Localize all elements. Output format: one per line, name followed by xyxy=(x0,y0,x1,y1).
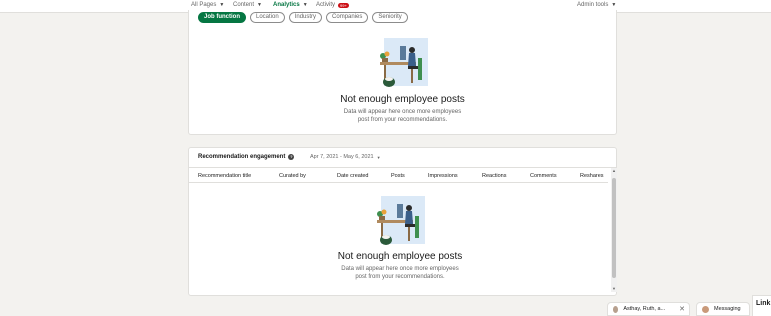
employee-at-desk-illustration xyxy=(380,38,428,87)
empty-state-body-line: post from your recommendations. xyxy=(355,274,445,280)
empty-state-title: Not enough employee posts xyxy=(337,251,463,262)
help-icon[interactable]: ? xyxy=(288,154,295,160)
pill-companies[interactable]: Companies xyxy=(326,12,369,23)
column-header-curated-by[interactable]: Curated by xyxy=(279,173,306,179)
section-title: Recommendation engagement xyxy=(198,154,286,160)
caret-down-icon: ▼ xyxy=(219,2,225,8)
caret-down-icon: ▼ xyxy=(257,2,262,8)
empty-state: Not enough employee posts Data will appe… xyxy=(189,251,611,281)
nav-content-label: Content xyxy=(233,2,255,8)
divider xyxy=(189,182,608,183)
date-range-dropdown[interactable]: Apr 7, 2021 - May 6, 2021 ▼ xyxy=(310,154,381,160)
avatar xyxy=(701,304,710,314)
pill-industry[interactable]: Industry xyxy=(288,12,323,23)
side-panel[interactable]: Link xyxy=(752,295,771,316)
recommendation-engagement-card: Recommendation engagement ? Apr 7, 2021 … xyxy=(188,147,617,296)
nav-content[interactable]: Content ▼ xyxy=(233,2,262,8)
empty-state-body-line: post from your recommendations. xyxy=(357,117,448,123)
column-header-date-created[interactable]: Date created xyxy=(337,173,369,179)
table-scrollbar[interactable]: ▲ ▼ xyxy=(611,168,617,292)
employee-at-desk-illustration xyxy=(377,196,425,245)
nav-all-pages[interactable]: All Pages ▼ xyxy=(191,2,224,8)
employee-posts-card: Job function Location Industry Companies… xyxy=(188,10,617,135)
scroll-down-icon[interactable]: ▼ xyxy=(611,286,617,292)
pill-location[interactable]: Location xyxy=(250,12,285,23)
nav-all-pages-label: All Pages xyxy=(191,2,217,8)
section-header: Recommendation engagement ? xyxy=(198,154,295,160)
column-header-reshares[interactable]: Reshares xyxy=(580,173,604,179)
nav-admin-tools-label: Admin tools xyxy=(577,2,609,8)
date-range-label: Apr 7, 2021 - May 6, 2021 xyxy=(310,154,374,160)
empty-state-body: Data will appear here once more employee… xyxy=(189,265,611,281)
caret-down-icon: ▼ xyxy=(611,2,617,8)
notification-badge: 99+ xyxy=(338,2,349,8)
divider xyxy=(189,167,616,168)
scrollbar-thumb[interactable] xyxy=(612,178,616,278)
nav-analytics-label: Analytics xyxy=(273,2,300,8)
chat-chip[interactable]: Asthay, Ruth, a... ✕ xyxy=(607,302,690,316)
caret-down-icon: ▼ xyxy=(376,154,381,160)
avatar xyxy=(612,304,620,314)
column-header-reactions[interactable]: Reactions xyxy=(482,173,506,179)
column-header-comments[interactable]: Comments xyxy=(530,173,557,179)
pill-job-function[interactable]: Job function xyxy=(198,12,246,23)
nav-activity[interactable]: Activity 99+ xyxy=(316,2,349,8)
column-header-recommendation-title[interactable]: Recommendation title xyxy=(198,173,251,179)
close-icon[interactable]: ✕ xyxy=(679,305,685,313)
chat-chip-label: Asthay, Ruth, a... xyxy=(623,306,666,312)
empty-state: Not enough employee posts Data will appe… xyxy=(189,94,616,124)
messaging-chip[interactable]: Messaging xyxy=(696,302,750,316)
column-header-impressions[interactable]: Impressions xyxy=(428,173,458,179)
filter-pills: Job function Location Industry Companies… xyxy=(198,12,408,23)
pill-seniority[interactable]: Seniority xyxy=(372,12,408,23)
caret-down-icon: ▼ xyxy=(302,2,308,8)
column-header-posts[interactable]: Posts xyxy=(391,173,405,179)
nav-analytics[interactable]: Analytics ▼ xyxy=(273,2,308,8)
scroll-up-icon[interactable]: ▲ xyxy=(611,168,617,174)
side-panel-label: Link xyxy=(756,300,771,307)
empty-state-body: Data will appear here once more employee… xyxy=(189,108,616,124)
empty-state-title: Not enough employee posts xyxy=(340,94,465,105)
empty-state-body-line: Data will appear here once more employee… xyxy=(343,109,462,115)
empty-state-body-line: Data will appear here once more employee… xyxy=(341,266,459,272)
nav-activity-label: Activity xyxy=(316,2,336,8)
messaging-chip-label: Messaging xyxy=(714,306,741,312)
nav-admin-tools[interactable]: Admin tools ▼ xyxy=(577,2,616,8)
